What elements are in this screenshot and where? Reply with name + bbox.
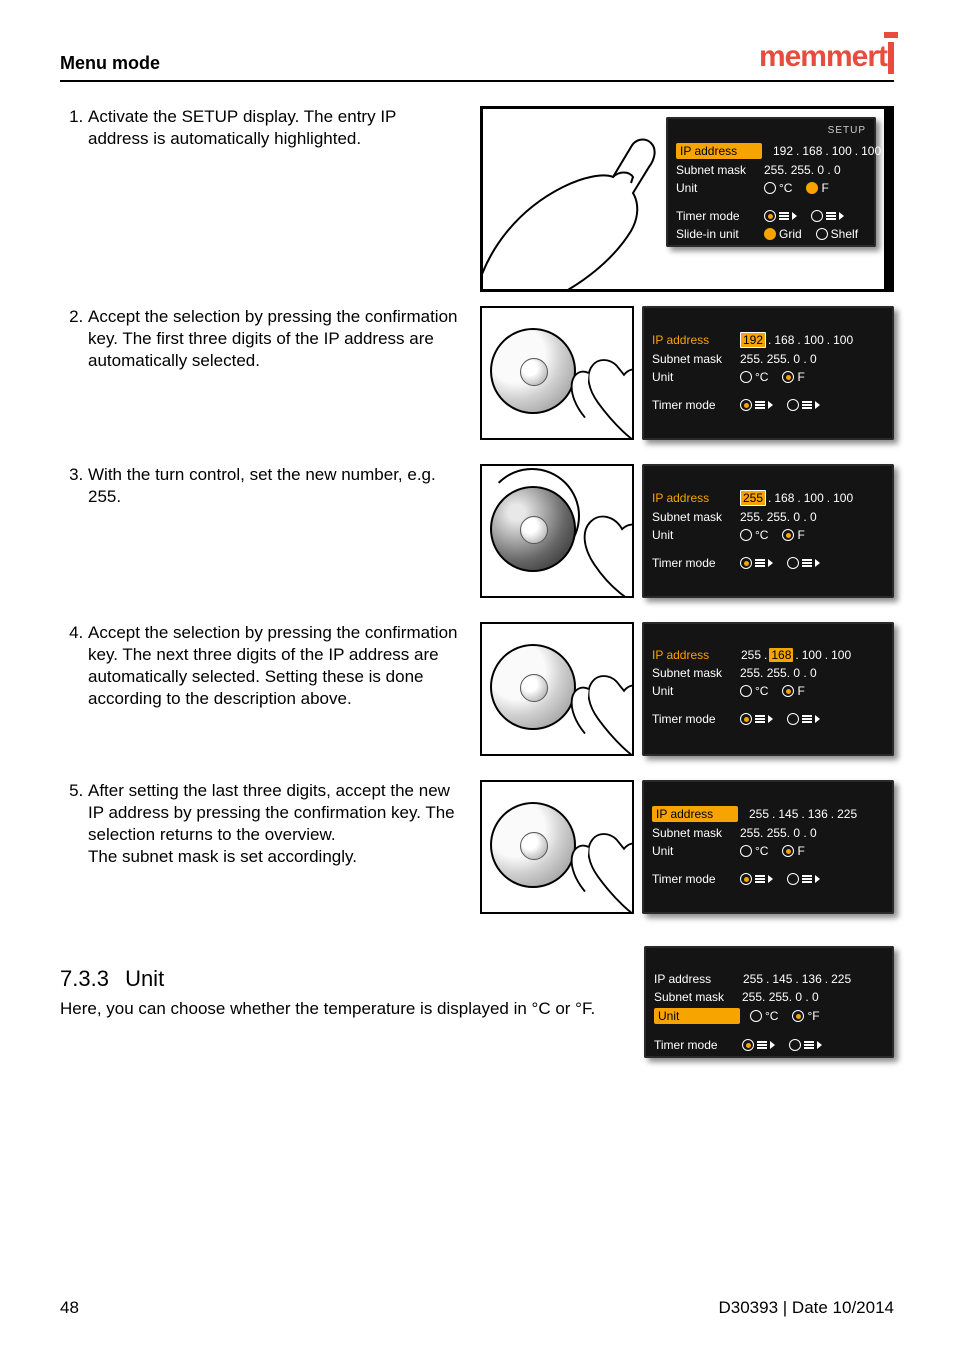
- step-4-row: Accept the selection by pressing the con…: [60, 622, 894, 766]
- brand-logo: memmert: [759, 40, 894, 74]
- device-panel-4: IP address 255. 168. 100. 100 Subnet mas…: [642, 622, 894, 756]
- timer-icon: [826, 212, 844, 220]
- device-panel-3: IP address 255. 168. 100. 100 Subnet mas…: [642, 464, 894, 598]
- section-unit-body: Here, you can choose whether the tempera…: [60, 998, 600, 1021]
- step-2-row: Accept the selection by pressing the con…: [60, 306, 894, 450]
- hand-pointing-icon: [480, 107, 683, 292]
- section-unit-row: 7.3.3 Unit Here, you can choose whether …: [60, 938, 894, 1058]
- label-ip: IP address: [652, 333, 730, 347]
- label-timer: Timer mode: [676, 209, 754, 223]
- page-footer: 48 D30393 | Date 10/2014: [60, 1298, 894, 1318]
- step-2-text: Accept the selection by pressing the con…: [88, 306, 460, 372]
- hand-press-icon: [520, 316, 634, 440]
- radio-grid[interactable]: Grid: [764, 227, 802, 241]
- label-unit-highlight: Unit: [654, 1008, 740, 1024]
- step-4-illustration: [480, 622, 634, 756]
- step-1-text: Activate the SETUP display. The entry IP…: [88, 106, 460, 150]
- brand-text: memmert: [759, 40, 887, 74]
- radio-c[interactable]: °C: [764, 181, 792, 195]
- step-5-illustration: [480, 780, 634, 914]
- radio-c[interactable]: °C: [740, 370, 768, 384]
- device-panel-5: IP address 255. 145. 136. 225 Subnet mas…: [642, 780, 894, 914]
- step-4-text: Accept the selection by pressing the con…: [88, 622, 460, 710]
- radio-shelf[interactable]: Shelf: [816, 227, 858, 241]
- hand-press-icon: [520, 632, 634, 756]
- page-number: 48: [60, 1298, 79, 1318]
- label-slide: Slide-in unit: [676, 227, 754, 241]
- radio-c[interactable]: °C: [750, 1009, 778, 1023]
- radio-timer-a[interactable]: [764, 210, 797, 222]
- step-3-text: With the turn control, set the new numbe…: [88, 464, 460, 508]
- step-1-illustration: SETUP IP address 192. 168. 100. 100 Subn…: [480, 106, 894, 292]
- value-subnet: 255. 255. 0 . 0: [764, 163, 841, 177]
- step-3-row: With the turn control, set the new numbe…: [60, 464, 894, 608]
- radio-f[interactable]: °F: [792, 1009, 819, 1023]
- page: Menu mode memmert Activate the SETUP dis…: [0, 0, 954, 1354]
- step-5-text: After setting the last three digits, acc…: [88, 780, 460, 868]
- device-panel-2: IP address 192. 168. 100. 100 Subnet mas…: [642, 306, 894, 440]
- device-panel-unit: IP address 255. 145. 136. 225 Subnet mas…: [644, 946, 894, 1058]
- device-panel-1: SETUP IP address 192. 168. 100. 100 Subn…: [666, 117, 876, 247]
- timer-icon: [779, 212, 797, 220]
- section-title: Menu mode: [60, 53, 160, 74]
- step-3-illustration: [480, 464, 634, 598]
- radio-timer-b[interactable]: [811, 210, 844, 222]
- label-unit: Unit: [676, 181, 754, 195]
- section-unit-heading: 7.3.3 Unit: [60, 966, 624, 992]
- brand-mark: [888, 42, 894, 74]
- panel-setup-label: SETUP: [676, 125, 866, 137]
- radio-f[interactable]: F: [782, 370, 804, 384]
- step-1-row: Activate the SETUP display. The entry IP…: [60, 106, 894, 292]
- radio-f[interactable]: F: [806, 181, 828, 195]
- doc-id: D30393 | Date 10/2014: [719, 1298, 895, 1318]
- label-ip: IP address: [676, 143, 762, 159]
- label-subnet: Subnet mask: [676, 163, 754, 177]
- hand-turn-icon: [520, 474, 634, 598]
- step-2-illustration: [480, 306, 634, 440]
- value-ip: 192. 168. 100. 100: [772, 144, 882, 158]
- step-5-row: After setting the last three digits, acc…: [60, 780, 894, 924]
- hand-press-icon: [520, 790, 634, 914]
- page-header: Menu mode memmert: [60, 40, 894, 82]
